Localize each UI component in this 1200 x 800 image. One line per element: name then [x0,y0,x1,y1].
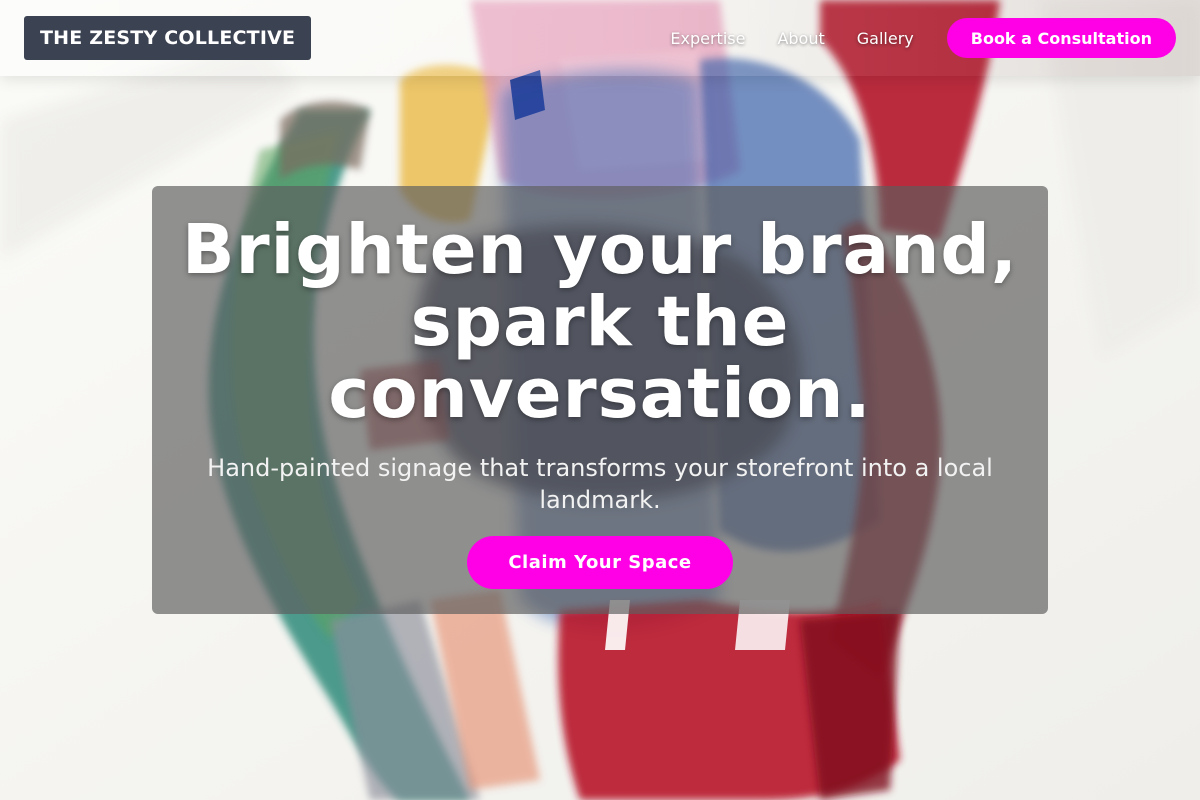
hero-title: Brighten your brand, spark the conversat… [160,214,1040,430]
nav-link-expertise[interactable]: Expertise [670,29,745,48]
nav-link-gallery[interactable]: Gallery [857,29,914,48]
nav-link-about[interactable]: About [777,29,824,48]
top-navbar: THE ZESTY COLLECTIVE Expertise About Gal… [0,0,1200,76]
claim-your-space-button[interactable]: Claim Your Space [467,536,733,589]
hero-subtitle: Hand-painted signage that transforms you… [207,454,993,514]
hero-title-line-1: Brighten your brand, [182,210,1018,290]
book-consultation-button[interactable]: Book a Consultation [946,18,1176,58]
hero-title-line-2: spark the [410,282,790,362]
main-nav: Expertise About Gallery Book a Consultat… [670,18,1176,58]
hero-title-line-3: conversation. [328,354,872,434]
hero-card: Brighten your brand, spark the conversat… [152,186,1048,614]
brand-logo[interactable]: THE ZESTY COLLECTIVE [24,16,312,60]
